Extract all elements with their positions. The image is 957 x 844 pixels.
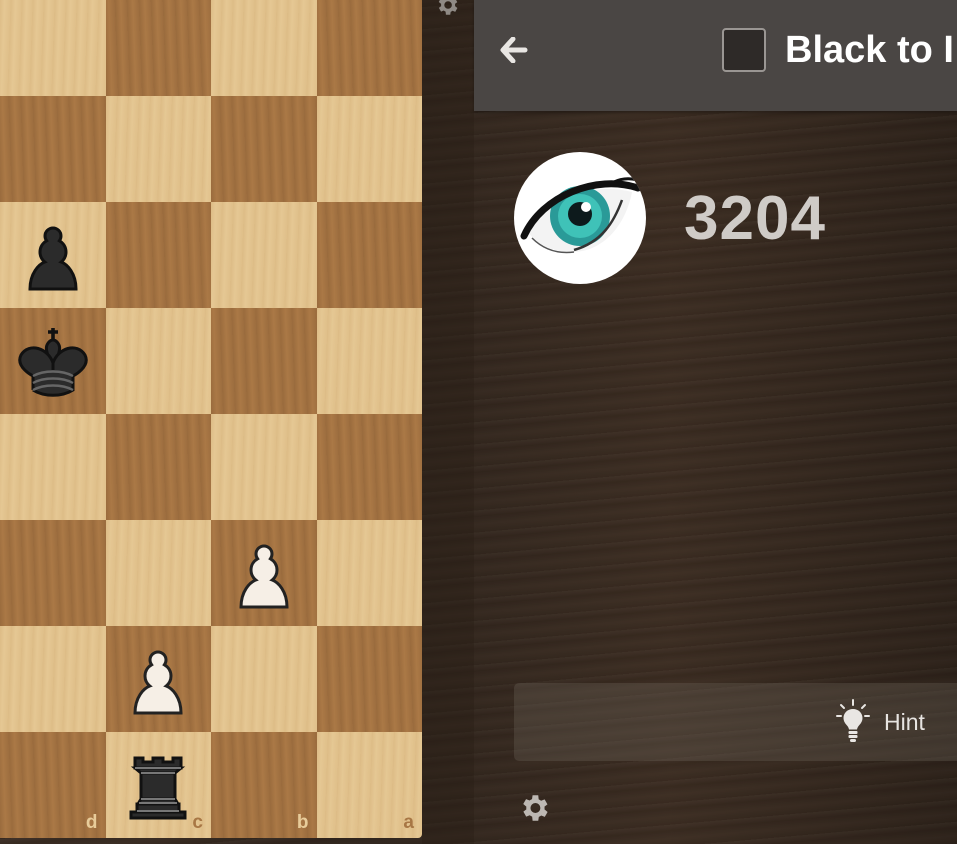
settings-button[interactable] <box>516 790 552 826</box>
square-a2[interactable] <box>316 626 422 732</box>
square-d7[interactable] <box>0 96 106 202</box>
square-d2[interactable] <box>0 626 106 732</box>
square-c7[interactable] <box>105 96 211 202</box>
square-d1[interactable]: d <box>0 732 106 838</box>
turn-color-indicator <box>722 28 766 72</box>
black-pawn-piece[interactable] <box>0 202 106 308</box>
file-label-a: a <box>403 812 414 833</box>
file-label-d: d <box>85 812 98 833</box>
eye-avatar <box>514 152 646 284</box>
puzzle-header: Black to I <box>474 0 957 111</box>
square-a6[interactable] <box>316 202 422 308</box>
square-c6[interactable] <box>105 202 211 308</box>
square-a1[interactable]: a <box>316 732 422 838</box>
white-pawn-piece[interactable] <box>211 520 317 626</box>
square-b4[interactable] <box>211 414 317 520</box>
square-d3[interactable] <box>0 520 106 626</box>
square-c3[interactable] <box>105 520 211 626</box>
black-king-piece[interactable] <box>0 308 106 414</box>
player-rating: 3204 <box>684 184 826 253</box>
square-b7[interactable] <box>211 96 317 202</box>
square-b2[interactable] <box>211 626 317 732</box>
gear-icon <box>523 795 548 821</box>
action-bar: Hint <box>514 683 957 761</box>
square-b3[interactable] <box>211 520 317 626</box>
file-label-b: b <box>296 812 309 833</box>
square-d8[interactable] <box>0 0 106 96</box>
turn-title: Black to I <box>785 29 954 71</box>
square-c4[interactable] <box>105 414 211 520</box>
square-c1[interactable]: c <box>105 732 211 838</box>
square-a8[interactable] <box>316 0 422 96</box>
square-c5[interactable] <box>105 308 211 414</box>
square-b5[interactable] <box>211 308 317 414</box>
board-side-strip <box>422 0 474 844</box>
arrow-left-icon <box>500 37 528 63</box>
square-b6[interactable] <box>211 202 317 308</box>
square-a5[interactable] <box>316 308 422 414</box>
back-button[interactable] <box>494 30 534 70</box>
board-settings-gear-icon[interactable] <box>432 0 462 22</box>
square-a7[interactable] <box>316 96 422 202</box>
hint-label: Hint <box>884 708 925 735</box>
square-d5[interactable] <box>0 308 106 414</box>
square-a4[interactable] <box>316 414 422 520</box>
square-b1[interactable]: b <box>211 732 317 838</box>
square-a3[interactable] <box>316 520 422 626</box>
chess-board[interactable]: d c b a <box>0 0 422 838</box>
hint-button[interactable]: Hint <box>836 697 925 747</box>
white-pawn-piece[interactable] <box>106 626 212 732</box>
square-d6[interactable] <box>0 202 106 308</box>
square-b8[interactable] <box>211 0 317 96</box>
lightbulb-icon <box>836 699 870 742</box>
file-label-c: c <box>192 812 203 833</box>
square-c8[interactable] <box>105 0 211 96</box>
square-c2[interactable] <box>105 626 212 732</box>
square-d4[interactable] <box>0 414 106 520</box>
